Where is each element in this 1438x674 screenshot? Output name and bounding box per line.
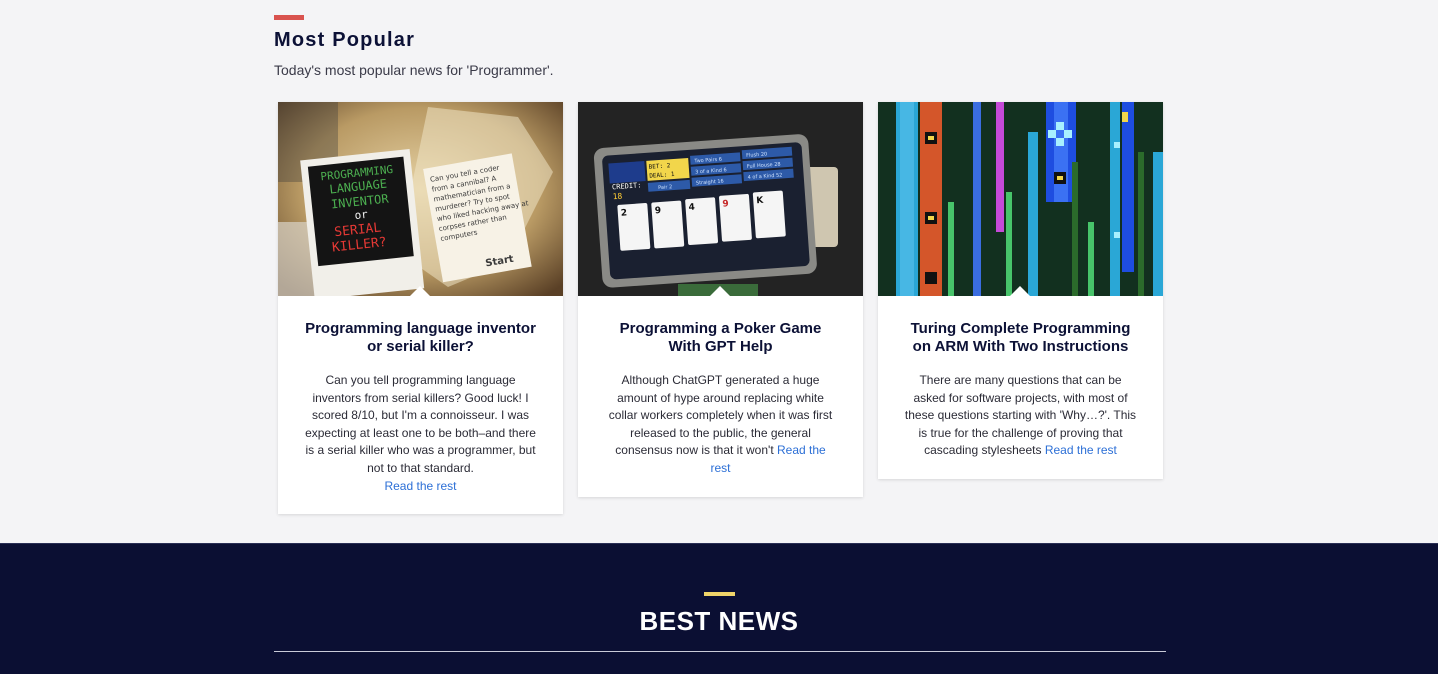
article-title[interactable]: Programming language inventor or serial … <box>304 320 537 356</box>
article-image: PROGRAMMING LANGUAGE INVENTOR or SERIAL … <box>278 102 563 296</box>
best-news-accent-bar <box>704 592 735 596</box>
most-popular-section: Most Popular Today's most popular news f… <box>0 0 1438 543</box>
article-card: CREDIT: 18 BET: 2 DEAL: 1 Two Pairs 6 Fl… <box>578 102 863 497</box>
article-title[interactable]: Programming a Poker Game With GPT Help <box>604 320 837 356</box>
svg-text:4: 4 <box>688 203 695 213</box>
section-accent-bar <box>274 15 304 20</box>
section-title: Most Popular <box>274 29 416 51</box>
read-the-rest-link[interactable]: Read the rest <box>384 479 456 493</box>
section-subtitle: Today's most popular news for 'Programme… <box>274 62 554 78</box>
article-card: Turing Complete Programming on ARM With … <box>878 102 1163 479</box>
best-news-divider <box>274 651 1166 652</box>
svg-text:2: 2 <box>621 208 628 218</box>
read-the-rest-link[interactable]: Read the rest <box>1045 443 1117 457</box>
svg-text:or: or <box>354 208 369 222</box>
thumbnail-notch <box>409 286 431 296</box>
svg-text:9: 9 <box>654 206 661 216</box>
article-thumbnail[interactable]: PROGRAMMING LANGUAGE INVENTOR or SERIAL … <box>278 102 563 296</box>
article-thumbnail[interactable]: CREDIT: 18 BET: 2 DEAL: 1 Two Pairs 6 Fl… <box>578 102 863 296</box>
article-excerpt: Although ChatGPT generated a huge amount… <box>604 372 837 497</box>
svg-text:18: 18 <box>612 192 622 202</box>
article-excerpt: There are many questions that can be ask… <box>904 372 1137 479</box>
article-image <box>878 102 1163 296</box>
article-card: PROGRAMMING LANGUAGE INVENTOR or SERIAL … <box>278 102 563 515</box>
svg-text:Pair 2: Pair 2 <box>658 184 672 191</box>
svg-text:9: 9 <box>722 199 729 209</box>
article-excerpt: Can you tell programming language invent… <box>304 372 537 514</box>
thumbnail-notch <box>709 286 731 296</box>
best-news-heading: BEST NEWS <box>639 606 799 636</box>
excerpt-text: Can you tell programming language invent… <box>305 373 536 475</box>
thumbnail-notch <box>1009 286 1031 296</box>
article-image: CREDIT: 18 BET: 2 DEAL: 1 Two Pairs 6 Fl… <box>578 102 863 296</box>
best-news-section: BEST NEWS <box>0 543 1438 674</box>
article-title[interactable]: Turing Complete Programming on ARM With … <box>904 320 1137 356</box>
article-thumbnail[interactable] <box>878 102 1163 296</box>
